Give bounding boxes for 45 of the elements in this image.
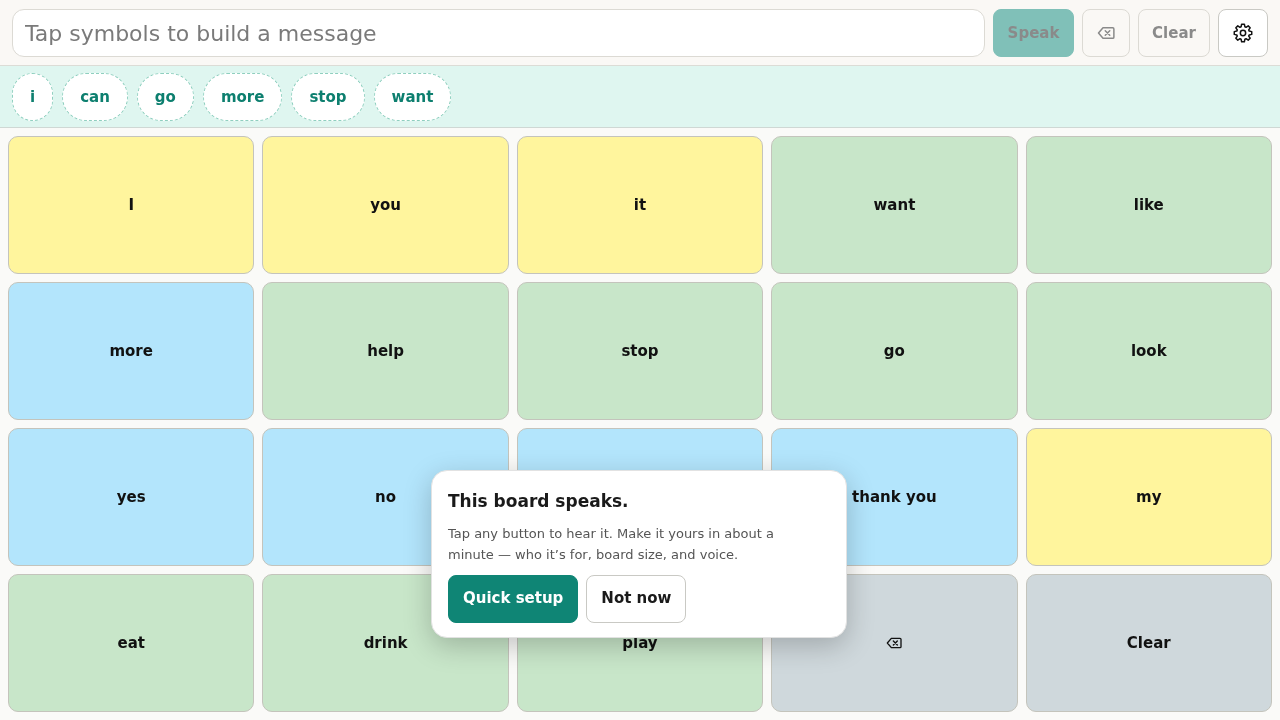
- suggestion-chip[interactable]: can: [62, 73, 128, 121]
- message-field[interactable]: Tap symbols to build a message: [12, 9, 985, 57]
- symbol-tile[interactable]: yes: [8, 428, 255, 566]
- tile-label: my: [1136, 488, 1162, 506]
- symbol-tile[interactable]: like: [1025, 136, 1272, 274]
- dismiss-button[interactable]: Not now: [586, 574, 687, 623]
- symbol-tile[interactable]: Clear: [1025, 574, 1272, 712]
- symbol-tile[interactable]: you: [262, 136, 509, 274]
- symbol-tile[interactable]: go: [771, 282, 1018, 420]
- symbol-tile[interactable]: stop: [516, 282, 764, 420]
- tile-label: like: [1133, 196, 1164, 214]
- suggestion-chip[interactable]: more: [202, 73, 283, 121]
- tile-label: it: [633, 196, 647, 214]
- tile-label: eat: [117, 634, 145, 652]
- symbol-tile[interactable]: more: [8, 282, 255, 420]
- tile-label: stop: [621, 342, 659, 360]
- tile-label: Clear: [1126, 634, 1171, 652]
- tile-label: more: [109, 342, 153, 360]
- settings-button[interactable]: [1218, 9, 1268, 57]
- tile-label: play: [622, 634, 658, 652]
- tile-label: look: [1130, 342, 1167, 360]
- suggestion-chip[interactable]: stop: [291, 73, 365, 121]
- setup-button[interactable]: Quick setup: [448, 574, 579, 623]
- suggestion-chip[interactable]: i: [12, 73, 54, 121]
- symbol-tile[interactable]: eat: [8, 574, 255, 712]
- tile-label: go: [883, 342, 905, 360]
- tile-label: help: [367, 342, 404, 360]
- tile-label: no: [375, 488, 397, 506]
- tile-label: drink: [363, 634, 408, 652]
- symbol-tile[interactable]: look: [1025, 282, 1272, 420]
- symbol-tile[interactable]: want: [771, 136, 1018, 274]
- backspace-icon: [886, 637, 903, 649]
- symbol-tile[interactable]: my: [1025, 428, 1272, 566]
- suggestion-chip[interactable]: go: [136, 73, 194, 121]
- suggestion-chip[interactable]: want: [373, 73, 452, 121]
- tile-label: want: [873, 196, 916, 214]
- gear-icon: [1233, 23, 1253, 43]
- tile-label: you: [370, 196, 401, 214]
- symbol-tile[interactable]: it: [516, 136, 764, 274]
- symbol-tile[interactable]: I: [8, 136, 255, 274]
- tile-label: thank you: [852, 488, 937, 506]
- tile-label: yes: [116, 488, 146, 506]
- tile-label: I: [128, 196, 134, 214]
- symbol-tile[interactable]: help: [262, 282, 509, 420]
- backspace-icon: [1097, 26, 1115, 40]
